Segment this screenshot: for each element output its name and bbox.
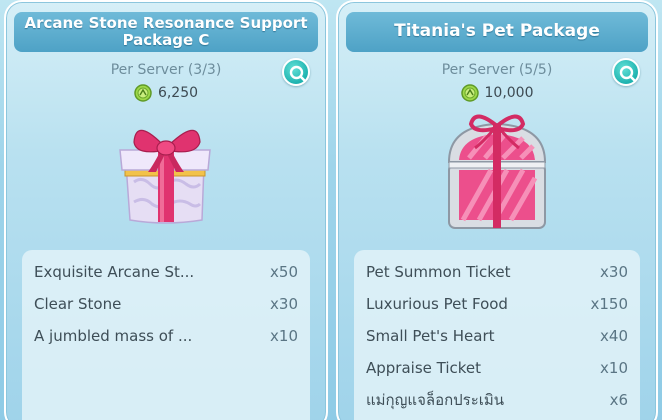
magnifier-icon [619, 65, 637, 83]
item-name: A jumbled mass of ... [34, 327, 193, 345]
purchase-limit: Per Server (5/5) [441, 62, 553, 78]
item-name: Luxurious Pet Food [366, 295, 508, 313]
item-quantity: x50 [270, 263, 298, 281]
package-card-pet[interactable]: Titania's Pet Package Per Server (5/5) 1… [336, 0, 658, 420]
list-item[interactable]: A jumbled mass of ... x10 [22, 320, 310, 352]
price: 10,000 [338, 84, 656, 102]
item-name: Pet Summon Ticket [366, 263, 511, 281]
purple-gift-box-icon [119, 129, 211, 224]
item-quantity: x40 [600, 327, 628, 345]
price-value: 10,000 [484, 85, 534, 101]
item-list: Pet Summon Ticket x30 Luxurious Pet Food… [354, 250, 640, 420]
item-name: แม่กุญแจล็อกประเมิน [366, 391, 505, 409]
green-coin-icon [460, 84, 479, 102]
purchase-limit: Per Server (3/3) [110, 62, 222, 78]
item-quantity: x6 [609, 391, 628, 409]
list-item[interactable]: Exquisite Arcane St... x50 [22, 256, 310, 288]
list-item[interactable]: แม่กุญแจล็อกประเมิน x6 [354, 384, 640, 416]
item-name: Small Pet's Heart [366, 327, 495, 345]
item-quantity: x150 [590, 295, 628, 313]
package-card-arcane-stone[interactable]: Arcane Stone Resonance Support Package C… [4, 0, 328, 420]
item-name: Appraise Ticket [366, 359, 482, 377]
price-value: 6,250 [157, 85, 199, 101]
package-title: Arcane Stone Resonance Support Package C [14, 12, 318, 52]
list-item[interactable]: Pet Summon Ticket x30 [354, 256, 640, 288]
list-item[interactable]: Clear Stone x30 [22, 288, 310, 320]
list-item[interactable]: Small Pet's Heart x40 [354, 320, 640, 352]
item-quantity: x30 [270, 295, 298, 313]
list-item[interactable]: Luxurious Pet Food x150 [354, 288, 640, 320]
item-quantity: x10 [270, 327, 298, 345]
package-title: Titania's Pet Package [346, 12, 648, 52]
item-quantity: x30 [600, 263, 628, 281]
green-coin-icon [134, 84, 152, 102]
pink-treasure-chest-icon [447, 114, 547, 229]
item-list: Exquisite Arcane St... x50 Clear Stone x… [22, 250, 310, 420]
magnifier-icon [289, 65, 307, 83]
zoom-button[interactable] [282, 58, 310, 86]
item-name: Exquisite Arcane St... [34, 263, 195, 281]
item-name: Clear Stone [34, 295, 122, 313]
price: 6,250 [6, 84, 326, 102]
zoom-button[interactable] [612, 58, 640, 86]
list-item[interactable]: Appraise Ticket x10 [354, 352, 640, 384]
item-quantity: x10 [600, 359, 628, 377]
